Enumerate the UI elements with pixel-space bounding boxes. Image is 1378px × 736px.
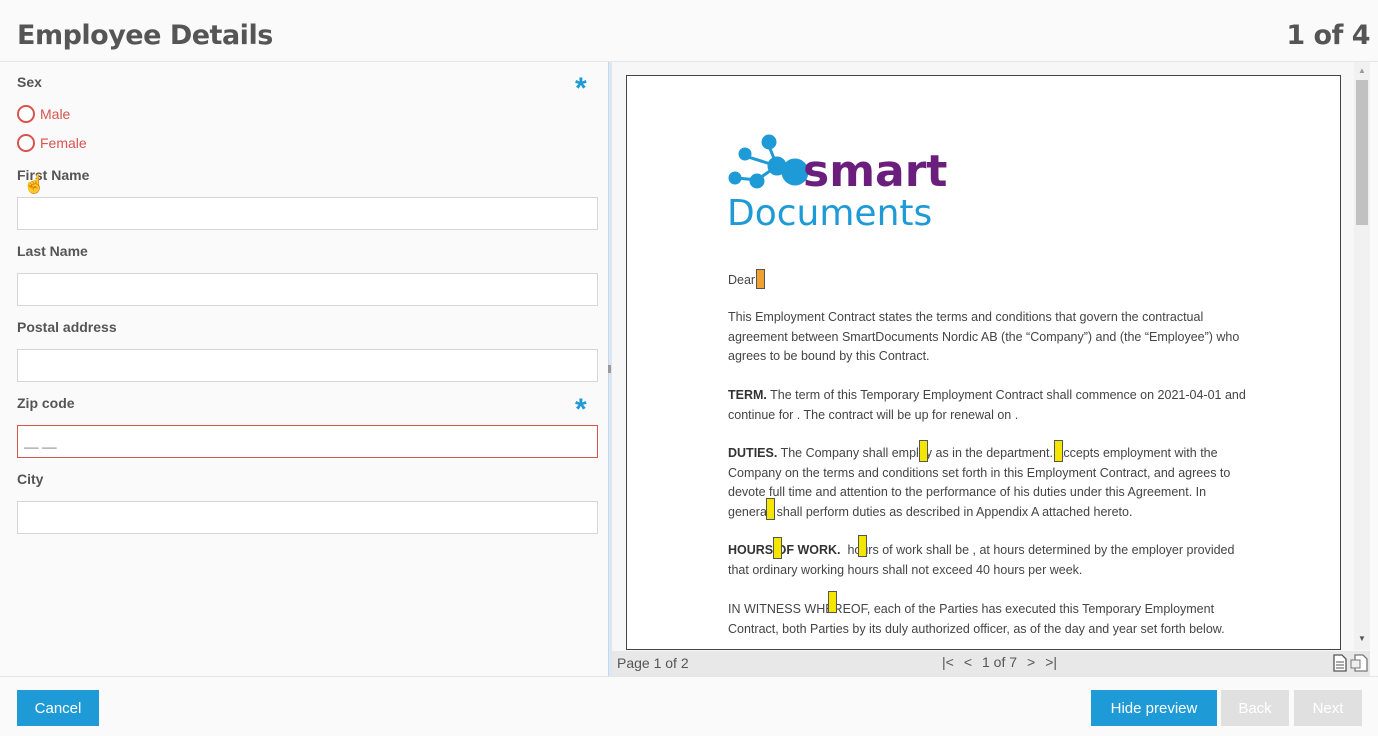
hours-paragraph: HOURS OF WORK. hours of work shall be , … — [728, 543, 1235, 577]
pdf-document-icon[interactable] — [1350, 654, 1368, 672]
field-marker[interactable] — [766, 498, 775, 520]
required-icon: * — [575, 393, 587, 426]
postal-address-field[interactable] — [17, 349, 598, 382]
svg-text:smart: smart — [803, 146, 947, 197]
zip-code-label: Zip code — [17, 395, 75, 411]
first-name-field[interactable] — [17, 197, 598, 230]
sex-label: Sex — [17, 74, 42, 90]
document-icon[interactable] — [1332, 654, 1348, 672]
field-marker[interactable] — [828, 591, 837, 613]
prev-field-icon[interactable]: < — [964, 654, 972, 670]
cancel-button[interactable]: Cancel — [17, 690, 99, 726]
last-name-label: Last Name — [17, 243, 88, 259]
city-field[interactable] — [17, 501, 598, 534]
wizard-footer: Cancel Hide preview Back Next — [0, 676, 1378, 736]
field-marker[interactable] — [756, 269, 766, 289]
page-indicator: Page 1 of 2 — [617, 655, 689, 671]
page-title: Employee Details — [17, 20, 273, 51]
scroll-up-icon[interactable]: ▲ — [1358, 66, 1366, 75]
radio-circle-icon[interactable] — [17, 134, 35, 152]
field-marker[interactable] — [858, 535, 867, 557]
splitter-grip-icon[interactable] — [608, 365, 611, 373]
smartdocuments-logo: smart Documents — [727, 134, 947, 228]
next-button[interactable]: Next — [1294, 690, 1362, 726]
radio-circle-icon[interactable] — [17, 105, 35, 123]
field-marker[interactable] — [773, 537, 782, 559]
employee-form: Sex * Male Female First Name Last Name P… — [0, 62, 608, 676]
radio-male-label[interactable]: Male — [40, 106, 70, 122]
preview-toolbar: Page 1 of 2 |< < 1 of 7 > >| — [612, 651, 1370, 676]
term-paragraph: TERM. The term of this Temporary Employm… — [728, 388, 1246, 422]
last-name-input[interactable] — [18, 274, 597, 305]
wizard-header: Employee Details 1 of 4 — [0, 0, 1378, 62]
document-page: smart Documents Dear This Employment Con… — [626, 75, 1341, 650]
preview-icons — [1332, 654, 1368, 672]
scroll-thumb[interactable] — [1356, 80, 1368, 225]
witness-paragraph: IN WITNESS WHEREOF, each of the Parties … — [728, 602, 1225, 636]
salutation: Dear — [728, 269, 1248, 291]
city-label: City — [17, 471, 44, 487]
intro-paragraph: This Employment Contract states the term… — [728, 310, 1240, 363]
duties-paragraph: DUTIES. The Company shall employ as in t… — [728, 446, 1231, 519]
postal-address-label: Postal address — [17, 319, 117, 335]
radio-female-label[interactable]: Female — [40, 135, 87, 151]
field-marker[interactable] — [1054, 440, 1063, 462]
last-field-icon[interactable]: >| — [1045, 654, 1057, 670]
hand-cursor-icon: ☝ — [23, 174, 46, 194]
required-icon: * — [575, 72, 587, 105]
city-input[interactable] — [18, 502, 597, 533]
radio-male[interactable]: Male — [17, 104, 70, 124]
step-counter: 1 of 4 — [1286, 20, 1370, 51]
svg-text:Documents: Documents — [727, 193, 932, 228]
field-marker[interactable] — [919, 440, 928, 462]
first-name-input[interactable] — [18, 198, 597, 229]
hide-preview-button[interactable]: Hide preview — [1091, 690, 1217, 726]
zip-code-field[interactable] — [17, 425, 598, 458]
last-name-field[interactable] — [17, 273, 598, 306]
postal-address-input[interactable] — [18, 350, 597, 381]
first-field-icon[interactable]: |< — [942, 654, 954, 670]
next-field-icon[interactable]: > — [1027, 654, 1035, 670]
field-navigator: |< < 1 of 7 > >| — [942, 654, 1057, 670]
preview-scrollbar[interactable]: ▲ ▼ — [1354, 62, 1370, 650]
document-preview: smart Documents Dear This Employment Con… — [612, 62, 1370, 676]
zip-code-input[interactable] — [18, 426, 597, 457]
field-counter: 1 of 7 — [982, 654, 1018, 670]
back-button[interactable]: Back — [1221, 690, 1289, 726]
scroll-down-icon[interactable]: ▼ — [1358, 634, 1366, 643]
radio-female[interactable]: Female — [17, 133, 87, 153]
